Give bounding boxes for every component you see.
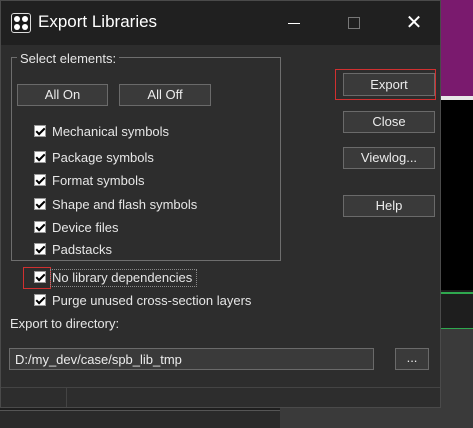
close-icon: ✕ bbox=[405, 12, 423, 34]
background-canvas-magenta bbox=[440, 0, 473, 100]
maximize-icon bbox=[348, 17, 360, 29]
background-status-bar bbox=[0, 410, 280, 428]
all-off-button[interactable]: All Off bbox=[119, 84, 211, 106]
checkbox-label: Purge unused cross-section layers bbox=[52, 293, 252, 308]
title-bar[interactable]: Export Libraries ✕ bbox=[1, 1, 440, 45]
checkbox-checked[interactable] bbox=[34, 221, 46, 233]
maximize-button bbox=[331, 1, 377, 45]
checkbox-checked[interactable] bbox=[34, 294, 46, 306]
status-separator bbox=[66, 387, 67, 407]
background-canvas-dark bbox=[440, 100, 473, 290]
checkbox-checked[interactable] bbox=[34, 243, 46, 255]
minimize-button[interactable] bbox=[271, 1, 317, 45]
all-on-button[interactable]: All On bbox=[17, 84, 108, 106]
export-button[interactable]: Export bbox=[343, 73, 435, 96]
checkbox-checked[interactable] bbox=[34, 198, 46, 210]
help-button[interactable]: Help bbox=[343, 195, 435, 217]
checkbox-label: Padstacks bbox=[52, 242, 112, 257]
export-libraries-dialog: Export Libraries ✕ Select elements: All … bbox=[0, 0, 441, 408]
browse-button[interactable]: ... bbox=[395, 348, 429, 370]
checkbox-label: Mechanical symbols bbox=[52, 124, 170, 139]
close-button[interactable]: Close bbox=[343, 111, 435, 133]
checkbox-checked[interactable] bbox=[34, 271, 46, 283]
checkbox-label: No library dependencies bbox=[52, 270, 193, 285]
checkbox-label: Device files bbox=[52, 220, 119, 235]
background-green-line bbox=[440, 292, 473, 294]
select-elements-label: Select elements: bbox=[17, 51, 120, 66]
export-directory-input[interactable] bbox=[9, 348, 374, 370]
window-title: Export Libraries bbox=[38, 12, 158, 31]
export-directory-label: Export to directory: bbox=[10, 316, 120, 331]
checkbox-label: Format symbols bbox=[52, 173, 145, 188]
minimize-icon bbox=[288, 23, 300, 24]
checkbox-label: Package symbols bbox=[52, 150, 154, 165]
checkbox-checked[interactable] bbox=[34, 151, 46, 163]
app-icon bbox=[11, 13, 31, 33]
checkbox-label: Shape and flash symbols bbox=[52, 197, 198, 212]
close-window-button[interactable]: ✕ bbox=[391, 1, 437, 45]
viewlog-button[interactable]: Viewlog... bbox=[343, 147, 435, 169]
checkbox-checked[interactable] bbox=[34, 174, 46, 186]
checkbox-checked[interactable] bbox=[34, 125, 46, 137]
